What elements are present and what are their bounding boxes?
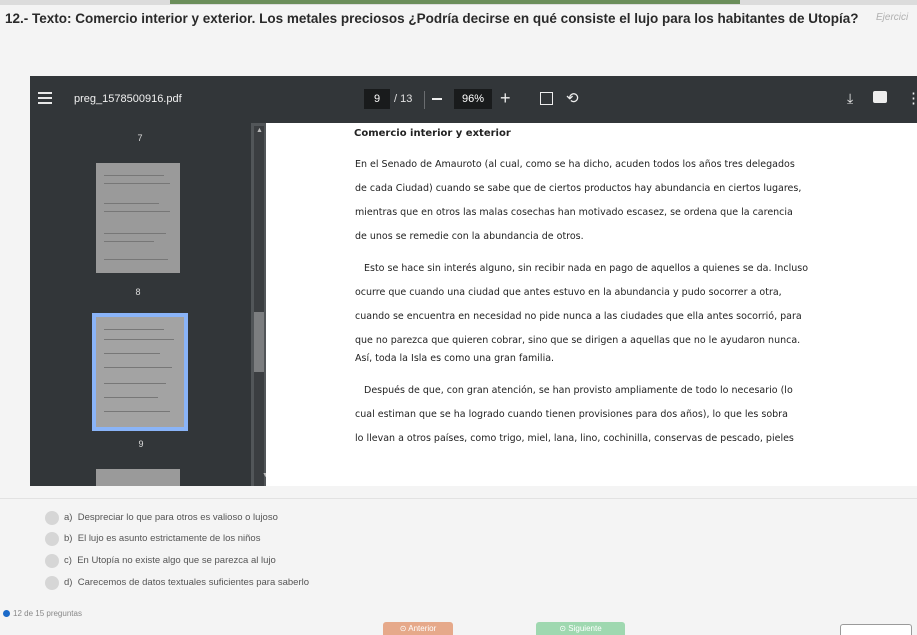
text-line: que no parezca que quieren cobrar, sino …: [355, 335, 801, 346]
thumbnail-page-9[interactable]: [96, 469, 180, 486]
text-line: En el Senado de Amauroto (al cual, como …: [355, 159, 795, 170]
menu-icon[interactable]: [38, 92, 52, 104]
text-line: mientras que en otros las malas cosechas…: [355, 207, 793, 218]
text-line: ocurre que cuando una ciudad que antes e…: [355, 287, 782, 298]
question-text: 12.- Texto: Comercio interior y exterior…: [5, 11, 859, 26]
radio-button[interactable]: [45, 554, 59, 568]
option-text: Despreciar lo que para otros es valioso …: [77, 512, 278, 523]
text-line: cuando se encuentra en necesidad no pide…: [355, 311, 802, 322]
zoom-out-icon[interactable]: [432, 98, 442, 100]
toolbar-divider: [424, 91, 425, 109]
page-number-input[interactable]: 9: [364, 89, 390, 109]
divider: [0, 498, 917, 499]
scroll-up-icon[interactable]: ▲: [256, 127, 263, 134]
thumbnail-page-8[interactable]: [92, 313, 188, 431]
question-counter: 12 de 15 preguntas: [3, 609, 82, 618]
progress-fill: [170, 0, 740, 4]
radio-button[interactable]: [45, 576, 59, 590]
print-icon[interactable]: [873, 91, 887, 103]
text-line: cual estiman que se ha logrado cuando ti…: [355, 409, 788, 420]
top-progress-strip: [0, 0, 917, 5]
radio-button[interactable]: [45, 532, 59, 546]
option-letter: a): [64, 512, 73, 523]
exercise-tag: Ejercici: [876, 12, 909, 23]
page-heading: Comercio interior y exterior: [354, 128, 511, 139]
thumbnail-label: 9: [138, 439, 144, 449]
rotate-icon[interactable]: ⟲: [566, 89, 579, 107]
zoom-in-icon[interactable]: +: [500, 88, 511, 108]
zoom-level-input[interactable]: 96%: [454, 89, 492, 109]
thumbnail-label: 7: [137, 133, 143, 143]
more-options-icon[interactable]: ⋮: [906, 89, 917, 107]
text-line: Así, toda la Isla es como una gran famil…: [355, 353, 555, 364]
pdf-viewer: preg_1578500916.pdf 9 / 13 96% + ⟲ ⤓ ⋮ 7…: [30, 76, 917, 486]
text-line: lo llevan a otros países, como trigo, mi…: [355, 433, 794, 444]
option-text: El lujo es asunto estrictamente de los n…: [77, 533, 261, 544]
option-letter: c): [64, 555, 72, 566]
text-line: Esto se hace sin interés alguno, sin rec…: [364, 263, 809, 274]
thumbnail-page-7[interactable]: [96, 163, 180, 273]
thumbnail-label: 8: [135, 287, 141, 297]
option-letter: d): [64, 577, 73, 588]
pdf-page: Comercio interior y exterior En el Senad…: [266, 123, 917, 486]
thumbnail-scrollbar[interactable]: [254, 126, 264, 486]
pdf-toolbar: preg_1578500916.pdf 9 / 13 96% + ⟲ ⤓ ⋮: [30, 76, 917, 123]
text-line: Después de que, con gran atención, se ha…: [364, 385, 793, 396]
download-icon[interactable]: ⤓: [847, 90, 853, 107]
progress-dot-icon: [3, 610, 10, 618]
finish-button[interactable]: [840, 624, 912, 635]
option-letter: b): [64, 533, 73, 544]
scrollbar-thumb[interactable]: [254, 312, 264, 372]
page-total: / 13: [394, 93, 413, 105]
radio-button[interactable]: [45, 511, 59, 525]
option-text: En Utopía no existe algo que se parezca …: [77, 555, 276, 566]
text-line: de cada Ciudad) cuando se sabe que de ci…: [355, 183, 802, 194]
pdf-filename: preg_1578500916.pdf: [74, 93, 182, 105]
thumbnail-sidebar: 7 8 9: [30, 123, 251, 486]
option-text: Carecemos de datos textuales suficientes…: [77, 577, 310, 588]
previous-button[interactable]: ⊙ Anterior: [383, 622, 453, 635]
next-button[interactable]: ⊙ Siguiente: [536, 622, 625, 635]
fit-page-icon[interactable]: [540, 92, 553, 105]
text-line: de unos se remedie con la abundancia de …: [355, 231, 584, 242]
